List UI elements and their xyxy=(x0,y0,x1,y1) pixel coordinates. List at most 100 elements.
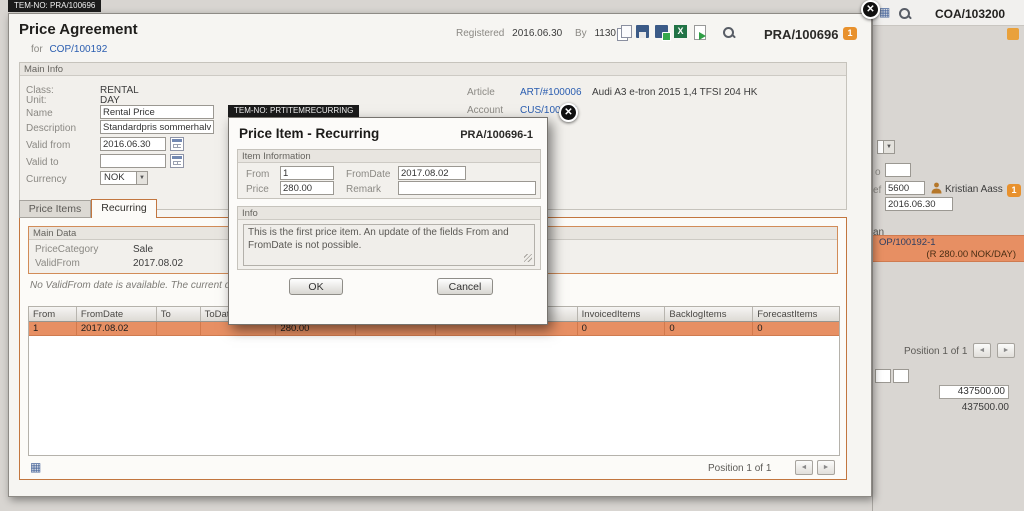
dialog-doc-ref: PRA/100696-1 xyxy=(460,129,533,141)
description-input[interactable] xyxy=(100,120,214,134)
valid-to-label: Valid to xyxy=(26,157,59,168)
price-category-label: PriceCategory xyxy=(35,244,98,255)
person-name: Kristian Aass xyxy=(945,184,1003,195)
window-close-icon[interactable] xyxy=(861,0,880,19)
item-information-header: Item Information xyxy=(238,150,540,163)
column-header-backlogitems[interactable]: BacklogItems xyxy=(665,307,753,321)
tab-price-items[interactable]: Price Items xyxy=(19,200,91,218)
cell-from: 1 xyxy=(29,322,77,335)
cell-backlogitems: 0 xyxy=(665,322,753,335)
tab-recurring[interactable]: Recurring xyxy=(91,199,157,218)
document-ref: PRA/100696 xyxy=(764,27,838,42)
by-label: By xyxy=(575,28,587,39)
amount-total-2: 437500.00 xyxy=(939,402,1009,413)
side-prev-page-button[interactable] xyxy=(973,343,991,358)
side-mini-input-2[interactable] xyxy=(893,369,909,383)
prev-page-button[interactable] xyxy=(795,460,813,475)
from-input[interactable] xyxy=(280,166,334,180)
validfrom-value: 2017.08.02 xyxy=(133,258,183,269)
dialog-tab[interactable]: TEM-NO: PRTITEMRECURRING xyxy=(228,105,359,117)
column-header-forecastitems[interactable]: ForecastItems xyxy=(753,307,839,321)
save-icon[interactable] xyxy=(635,24,651,40)
from-label: From xyxy=(246,169,269,180)
side-ref-input[interactable] xyxy=(885,181,925,195)
cell-forecastitems: 0 xyxy=(753,322,839,335)
by-value: 1130 xyxy=(594,28,616,39)
cell-to xyxy=(157,322,201,335)
valid-from-input[interactable] xyxy=(100,137,166,151)
side-panel: COA/103200 o ef Kristian Aass 1 an OP/10… xyxy=(872,0,1024,511)
item-information-section: Item Information From FromDate Price Rem… xyxy=(237,149,541,199)
name-input[interactable] xyxy=(100,105,214,119)
main-info-header: Main Info xyxy=(20,63,846,76)
column-header-to[interactable]: To xyxy=(157,307,201,321)
valid-to-calendar-icon[interactable] xyxy=(170,154,184,168)
save-new-icon[interactable] xyxy=(654,24,670,40)
valid-from-label: Valid from xyxy=(26,140,70,151)
validfrom-label: ValidFrom xyxy=(35,258,80,269)
page-title: Price Agreement xyxy=(19,21,138,38)
currency-label: Currency xyxy=(26,174,67,185)
description-label: Description xyxy=(26,123,76,134)
side-next-page-button[interactable] xyxy=(997,343,1015,358)
item-price: (R 280.00 NOK/DAY) xyxy=(926,249,1016,260)
agreement-source-link[interactable]: COP/100192 xyxy=(49,44,107,55)
doc-badge[interactable]: 1 xyxy=(843,27,857,40)
fromdate-input[interactable] xyxy=(398,166,466,180)
resize-handle[interactable] xyxy=(524,254,532,262)
export-document-icon[interactable] xyxy=(692,24,708,40)
copy-icon[interactable] xyxy=(616,24,632,40)
dialog-close-icon[interactable] xyxy=(559,103,578,122)
info-section: Info This is the first price item. An up… xyxy=(237,206,541,270)
column-header-invoiceditems[interactable]: InvoicedItems xyxy=(578,307,666,321)
registered-row: Registered 2016.06.30 By 1130 xyxy=(456,28,616,39)
valid-to-input[interactable] xyxy=(100,154,166,168)
article-link[interactable]: ART/#100006 xyxy=(520,87,582,98)
article-label: Article xyxy=(467,87,495,98)
price-category-value: Sale xyxy=(133,244,153,255)
app-ref: COA/103200 xyxy=(935,7,1005,21)
currency-select[interactable]: NOK xyxy=(100,171,148,185)
export-excel-icon[interactable] xyxy=(673,24,689,40)
side-position-indicator: Position 1 of 1 xyxy=(904,346,967,357)
search-icon[interactable] xyxy=(721,25,736,40)
side-label-fragment-1: o xyxy=(875,167,881,178)
side-dropdown[interactable] xyxy=(877,140,895,154)
side-mini-input-1[interactable] xyxy=(875,369,891,383)
price-label: Price xyxy=(246,184,269,195)
registered-date: 2016.06.30 xyxy=(512,28,562,39)
chevron-down-icon xyxy=(136,172,147,184)
apps-icon[interactable] xyxy=(879,6,892,19)
next-page-button[interactable] xyxy=(817,460,835,475)
remark-input[interactable] xyxy=(398,181,536,195)
ok-button[interactable]: OK xyxy=(289,278,343,295)
cell-invoiceditems: 0 xyxy=(578,322,666,335)
price-input[interactable] xyxy=(280,181,334,195)
remark-label: Remark xyxy=(346,184,381,195)
info-header: Info xyxy=(238,207,540,220)
column-header-from[interactable]: From xyxy=(29,307,77,321)
price-item-dialog: Price Item - Recurring PRA/100696-1 Item… xyxy=(228,117,548,325)
account-label: Account xyxy=(467,105,503,116)
side-label-fragment-2: ef xyxy=(873,185,881,196)
chevron-down-icon xyxy=(883,141,894,153)
fromdate-label: FromDate xyxy=(346,169,390,180)
article-description: Audi A3 e-tron 2015 1,4 TFSI 204 HK xyxy=(592,87,757,98)
info-message: This is the first price item. An update … xyxy=(243,224,535,266)
valid-from-calendar-icon[interactable] xyxy=(170,137,184,151)
alert-icon[interactable] xyxy=(1007,28,1019,40)
item-ref[interactable]: OP/100192-1 xyxy=(879,237,936,248)
dialog-title: Price Item - Recurring xyxy=(239,126,379,141)
for-row: for COP/100192 xyxy=(31,44,107,55)
cancel-button[interactable]: Cancel xyxy=(437,278,493,295)
amount-total: 437500.00 xyxy=(939,385,1009,399)
person-icon xyxy=(931,182,942,194)
side-input-1[interactable] xyxy=(885,163,911,177)
currency-value: NOK xyxy=(104,172,125,183)
side-badge[interactable]: 1 xyxy=(1007,184,1021,197)
grid-icon[interactable] xyxy=(30,461,43,474)
side-date-input[interactable] xyxy=(885,197,953,211)
window-tab[interactable]: TEM-NO: PRA/100696 xyxy=(8,0,101,12)
column-header-fromdate[interactable]: FromDate xyxy=(77,307,157,321)
app-search-icon[interactable] xyxy=(897,6,912,21)
